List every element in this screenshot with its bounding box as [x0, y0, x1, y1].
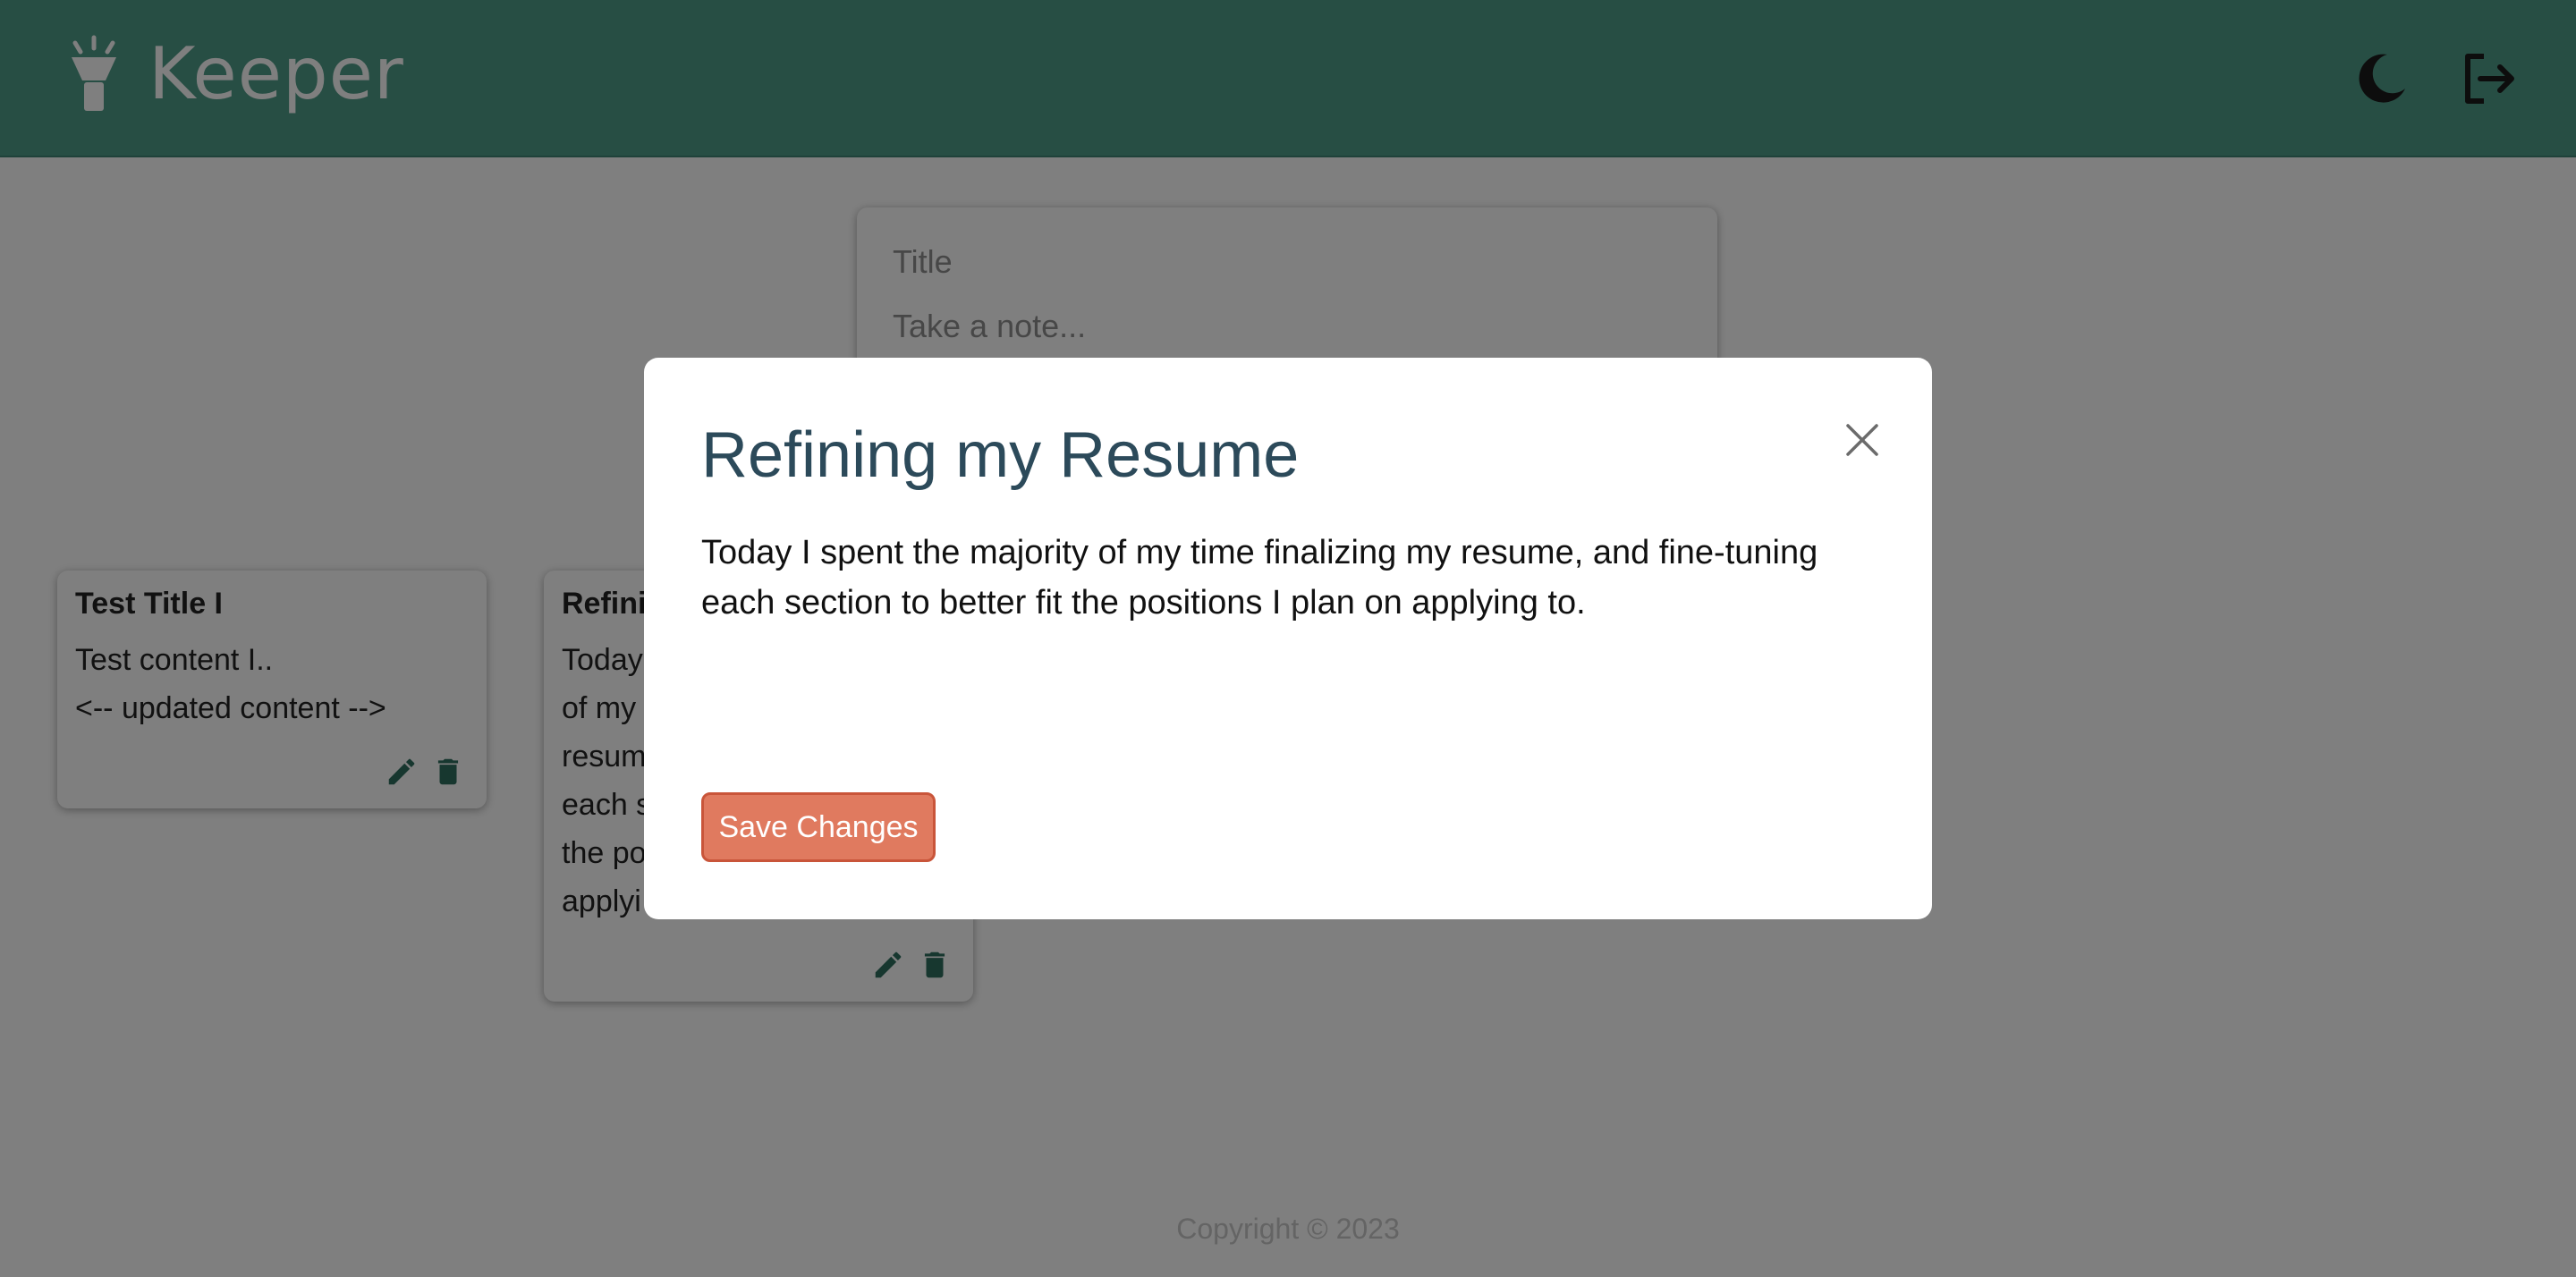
save-changes-button[interactable]: Save Changes: [701, 792, 936, 862]
close-button[interactable]: [1834, 411, 1891, 469]
app-page: Keeper Title Take a note... Test Title I…: [0, 0, 2576, 1277]
modal-title: Refining my Resume: [701, 419, 1300, 491]
edit-note-modal: Refining my Resume Today I spent the maj…: [644, 358, 1932, 919]
modal-note-content[interactable]: Today I spent the majority of my time fi…: [701, 528, 1882, 628]
close-icon: [1846, 424, 1878, 456]
